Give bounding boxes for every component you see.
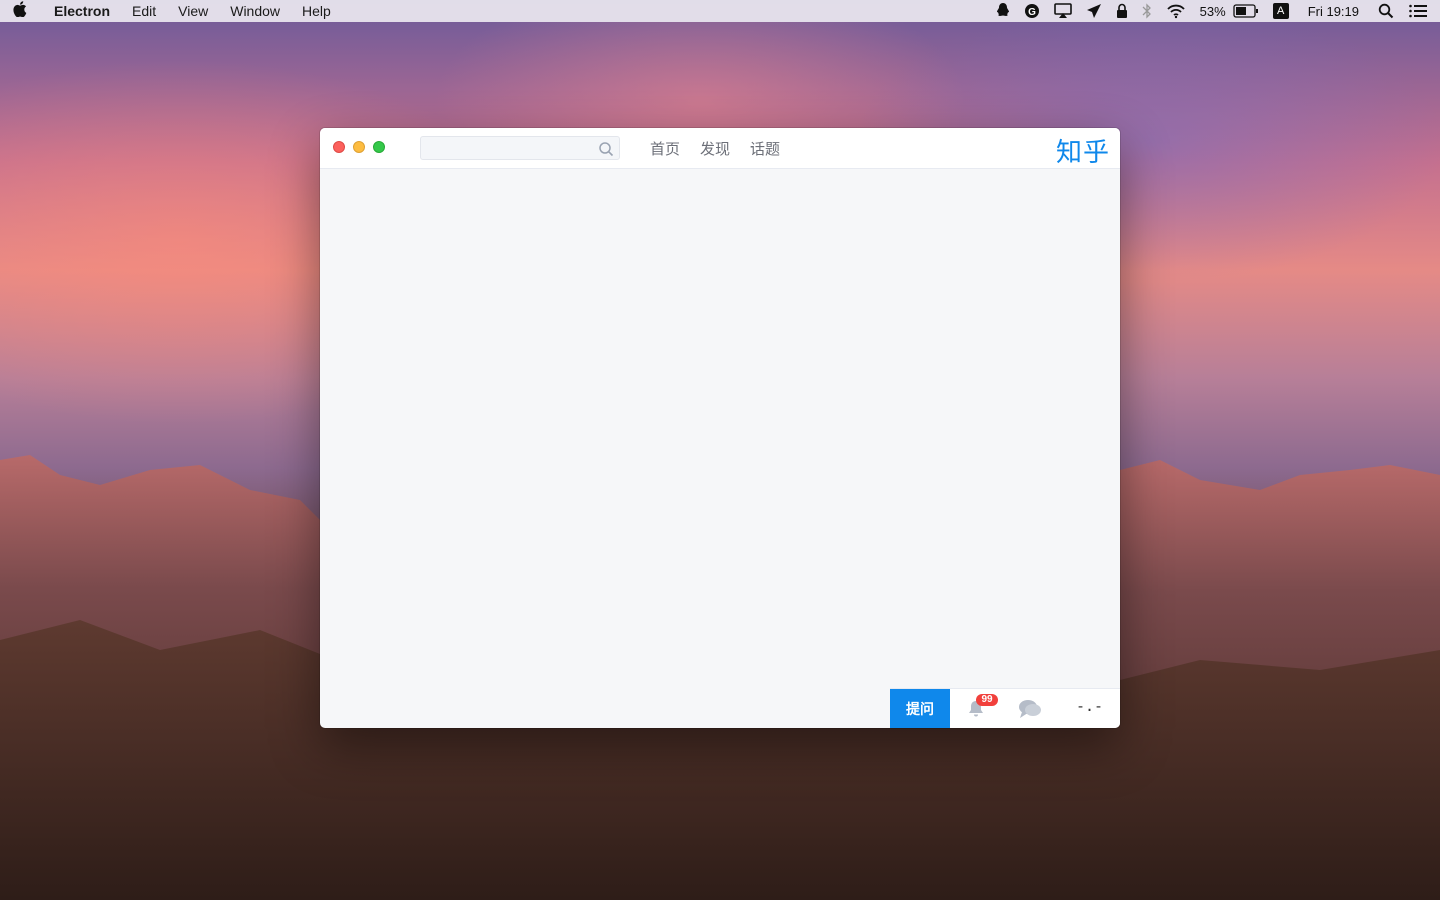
input-source-icon[interactable]: A — [1266, 0, 1296, 22]
zhihu-logo[interactable]: 知乎 — [1056, 132, 1110, 169]
ask-question-button[interactable]: 提问 — [890, 689, 950, 728]
main-content — [320, 169, 1120, 688]
bluetooth-icon[interactable] — [1135, 0, 1159, 22]
airplay-icon[interactable] — [1047, 0, 1079, 22]
lock-icon[interactable] — [1109, 0, 1135, 22]
input-source-label: A — [1272, 3, 1289, 19]
grammarly-icon[interactable]: G — [1017, 0, 1047, 22]
search-icon[interactable] — [598, 141, 614, 157]
wifi-icon[interactable] — [1159, 0, 1193, 22]
bottom-toolbar: 提问 99 -.- — [890, 688, 1120, 728]
qq-icon[interactable] — [989, 0, 1017, 22]
notification-center-icon[interactable] — [1401, 0, 1440, 22]
nav-topics[interactable]: 话题 — [750, 138, 780, 159]
menu-window[interactable]: Window — [219, 0, 291, 22]
apple-menu-icon[interactable] — [0, 1, 40, 21]
search-box[interactable] — [420, 136, 620, 160]
menu-edit[interactable]: Edit — [121, 0, 167, 22]
app-window: 首页 发现 话题 知乎 提问 99 -.- — [320, 128, 1120, 728]
spotlight-icon[interactable] — [1371, 0, 1401, 22]
chat-icon[interactable] — [1018, 698, 1042, 720]
close-button[interactable] — [333, 141, 345, 153]
menu-bar: Electron Edit View Window Help G 53% A F… — [0, 0, 1440, 22]
main-nav: 首页 发现 话题 — [650, 128, 800, 168]
menu-clock[interactable]: Fri 19:19 — [1296, 0, 1371, 22]
search-input[interactable] — [427, 139, 587, 157]
send-icon[interactable] — [1079, 0, 1109, 22]
title-bar[interactable]: 首页 发现 话题 知乎 — [320, 128, 1120, 169]
nav-explore[interactable]: 发现 — [700, 138, 730, 159]
avatar[interactable]: -.- — [1076, 697, 1103, 715]
nav-home[interactable]: 首页 — [650, 138, 680, 159]
menu-help[interactable]: Help — [291, 0, 342, 22]
battery-percent[interactable]: 53% — [1193, 0, 1233, 22]
svg-text:G: G — [1028, 7, 1036, 18]
minimize-button[interactable] — [353, 141, 365, 153]
battery-icon[interactable] — [1233, 0, 1266, 22]
maximize-button[interactable] — [373, 141, 385, 153]
menu-view[interactable]: View — [167, 0, 219, 22]
notification-badge: 99 — [976, 694, 998, 706]
app-menu[interactable]: Electron — [40, 0, 121, 22]
